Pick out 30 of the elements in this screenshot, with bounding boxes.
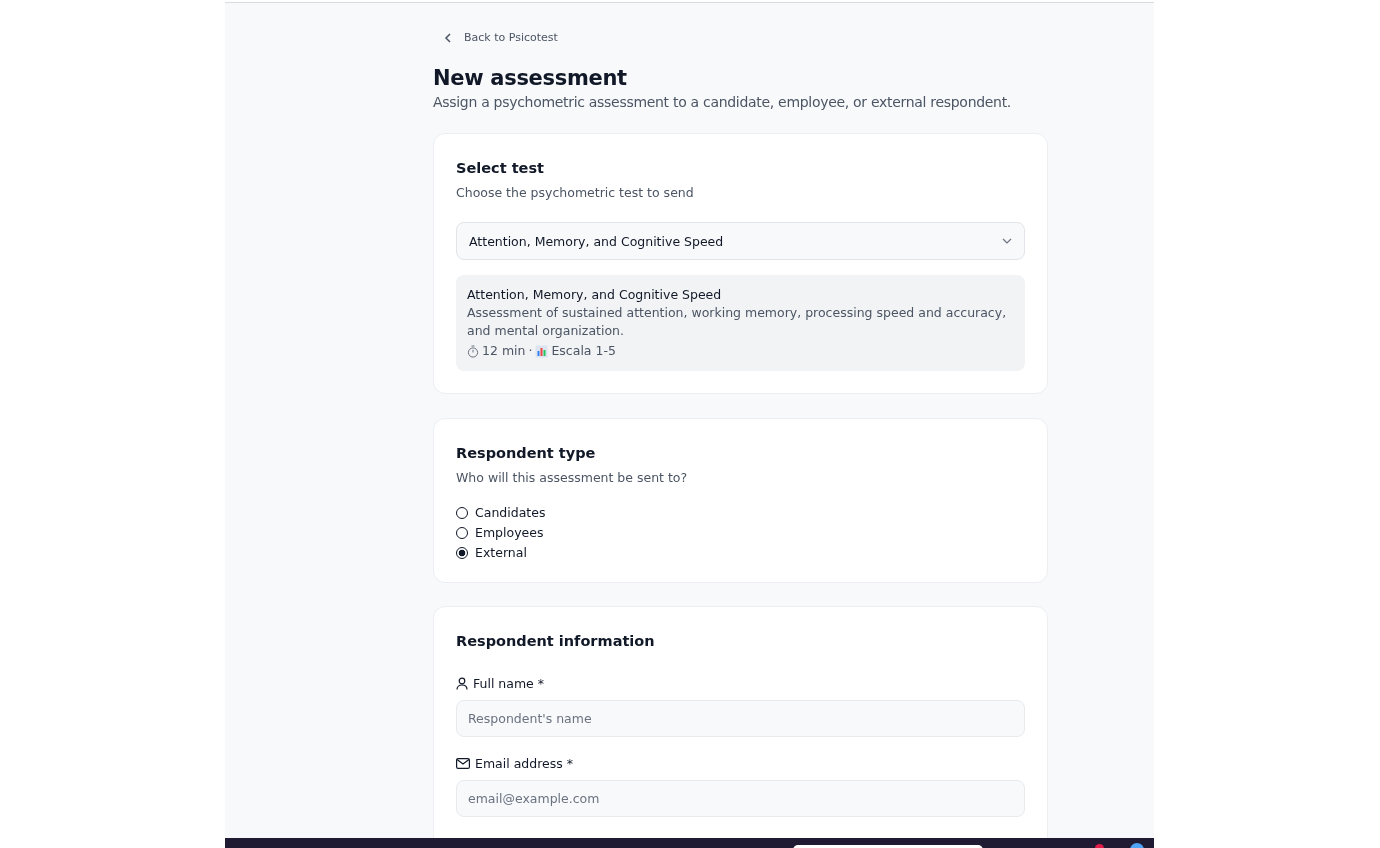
person-icon (456, 677, 468, 690)
card-heading: Respondent information (456, 633, 656, 649)
page-subtitle: Assign a psychometric assessment to a candidate, employee, or external respondent. (433, 94, 1013, 110)
radio-button[interactable] (456, 526, 468, 539)
radio-option[interactable]: Employees (456, 525, 544, 540)
test-description: Assessment of sustained attention, working memory, processing speed and accuracy, and mental organization. (467, 304, 1008, 340)
stopwatch-icon (467, 344, 479, 358)
card-heading: Select test (456, 160, 545, 176)
text-input[interactable]: email@example.com (456, 780, 1025, 817)
test-dropdown[interactable]: Attention, Memory, and Cognitive Speed (456, 222, 1025, 260)
card-hint: Choose the psychometric test to send (456, 185, 695, 200)
bar-chart-icon (535, 344, 549, 358)
field-label: Full name * (473, 676, 545, 691)
card-hint: Who will this assessment be sent to? (456, 470, 689, 485)
radio-option[interactable]: Candidates (456, 505, 546, 520)
text-input[interactable]: Respondent's name (456, 700, 1025, 737)
mail-icon (456, 758, 470, 769)
test-duration: 12 min (482, 342, 526, 360)
radio-button[interactable] (456, 546, 468, 559)
separator-dot: · (528, 342, 533, 360)
field-label: Email address * (475, 756, 573, 771)
chevron-down-icon (1002, 238, 1012, 244)
card-heading: Respondent type (456, 445, 597, 461)
test-scale: Escala 1-5 (551, 342, 616, 360)
radio-option[interactable]: External (456, 545, 527, 560)
back-link[interactable]: Back to Psicotest (444, 31, 558, 44)
chevron-left-icon (444, 32, 452, 43)
radio-button[interactable] (456, 506, 468, 519)
page-title: New assessment (433, 66, 628, 90)
test-name: Attention, Memory, and Cognitive Speed (467, 286, 723, 304)
